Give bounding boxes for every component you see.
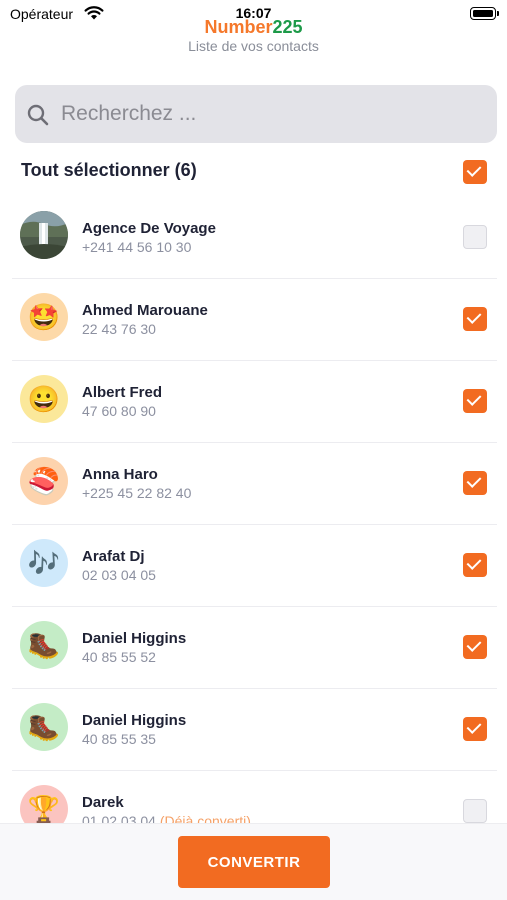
contact-checkbox[interactable] xyxy=(463,635,487,659)
contact-row[interactable]: 🥾 Daniel Higgins 40 85 55 35 xyxy=(12,689,497,771)
brand-name-part2: 225 xyxy=(272,17,303,37)
contact-row[interactable]: 🎶 Arafat Dj 02 03 04 05 xyxy=(12,525,497,607)
contact-name: Daniel Higgins xyxy=(82,630,187,647)
grinning-face-emoji-icon: 😀 xyxy=(20,375,68,423)
contact-name: Arafat Dj xyxy=(82,548,145,565)
contact-checkbox[interactable] xyxy=(463,553,487,577)
contact-checkbox[interactable] xyxy=(463,471,487,495)
contact-checkbox[interactable] xyxy=(463,799,487,823)
select-all-label: Tout sélectionner (6) xyxy=(21,160,197,180)
contact-checkbox[interactable] xyxy=(463,389,487,413)
contact-row[interactable]: 🍣 Anna Haro +225 45 22 82 40 xyxy=(12,443,497,525)
search-input[interactable] xyxy=(61,85,481,143)
contact-name: Agence De Voyage xyxy=(82,220,216,237)
star-struck-emoji-icon: 🤩 xyxy=(20,293,68,341)
contact-name: Ahmed Marouane xyxy=(82,302,208,319)
contact-row[interactable]: 🏆 Darek 01 02 03 04 (Déjà converti) xyxy=(12,771,497,825)
brand-name-part1: Number xyxy=(204,17,273,37)
contact-list[interactable]: Agence De Voyage +241 44 56 10 30 🤩 Ahme… xyxy=(12,197,497,825)
search-icon xyxy=(27,104,49,131)
hiking-boot-emoji-icon: 🥾 xyxy=(20,703,68,751)
contact-phone: 47 60 80 90 xyxy=(82,403,156,419)
avatar xyxy=(20,211,68,259)
app-title: Number225 xyxy=(0,17,507,38)
contact-phone: 02 03 04 05 xyxy=(82,567,156,583)
contact-name: Albert Fred xyxy=(82,384,163,401)
contact-row[interactable]: 🤩 Ahmed Marouane 22 43 76 30 xyxy=(12,279,497,361)
select-all-checkbox[interactable] xyxy=(463,160,487,184)
contact-phone: +241 44 56 10 30 xyxy=(82,239,192,255)
convert-button[interactable]: CONVERTIR xyxy=(178,836,330,888)
search-bar[interactable] xyxy=(15,85,497,143)
contact-phone: 22 43 76 30 xyxy=(82,321,156,337)
hiking-boot-emoji-icon: 🥾 xyxy=(20,621,68,669)
trophy-emoji-icon: 🏆 xyxy=(20,785,68,825)
contact-phone: +225 45 22 82 40 xyxy=(82,485,192,501)
contact-name: Darek xyxy=(82,794,124,811)
music-notes-emoji-icon: 🎶 xyxy=(20,539,68,587)
contact-row[interactable]: 😀 Albert Fred 47 60 80 90 xyxy=(12,361,497,443)
contact-checkbox[interactable] xyxy=(463,307,487,331)
contact-row[interactable]: Agence De Voyage +241 44 56 10 30 xyxy=(12,197,497,279)
contact-checkbox[interactable] xyxy=(463,225,487,249)
contact-phone: 40 85 55 35 xyxy=(82,731,156,747)
contact-checkbox[interactable] xyxy=(463,717,487,741)
sushi-emoji-icon: 🍣 xyxy=(20,457,68,505)
contact-phone: 40 85 55 52 xyxy=(82,649,156,665)
contact-name: Daniel Higgins xyxy=(82,712,187,729)
page-subtitle: Liste de vos contacts xyxy=(188,38,319,54)
bottom-bar: CONVERTIR xyxy=(0,823,507,900)
contact-name: Anna Haro xyxy=(82,466,158,483)
contact-row[interactable]: 🥾 Daniel Higgins 40 85 55 52 xyxy=(12,607,497,689)
